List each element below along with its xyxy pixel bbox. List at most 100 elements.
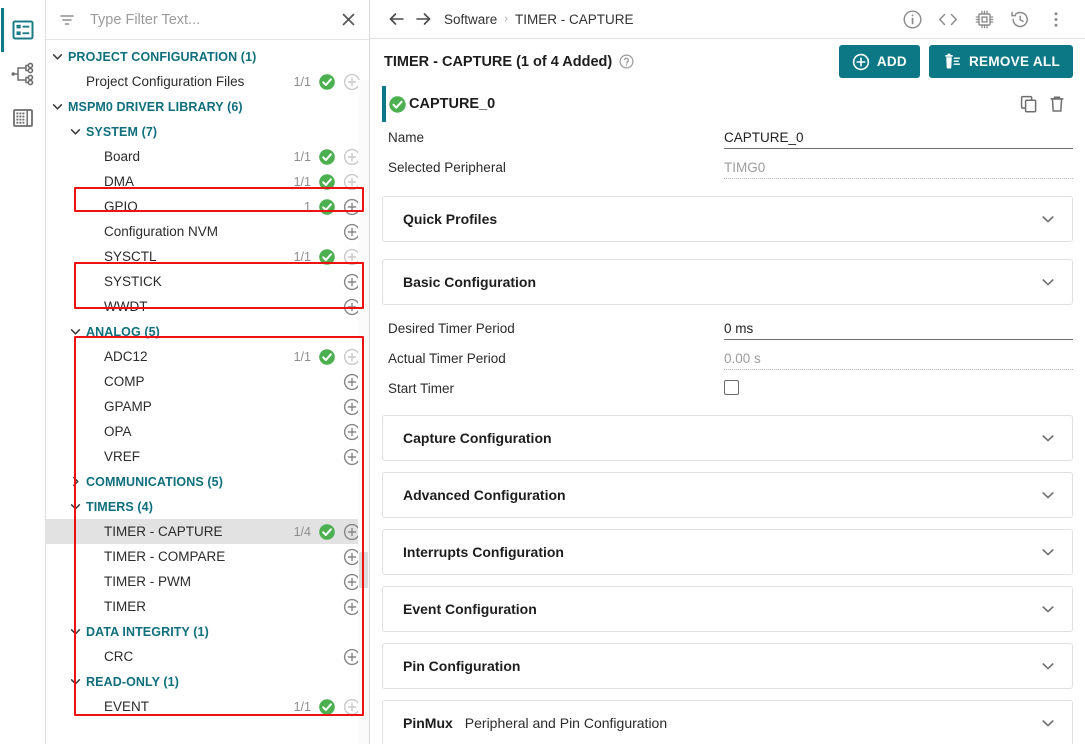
start-timer-field: [724, 376, 1073, 400]
chevron-down-icon: [1040, 430, 1056, 446]
section-event-configuration[interactable]: Event Configuration: [382, 586, 1073, 632]
tree-item-row[interactable]: WWDT: [46, 294, 369, 319]
tree-row-label: GPAMP: [104, 399, 289, 414]
chevron-right-icon[interactable]: [64, 475, 86, 488]
filter-input[interactable]: [88, 11, 331, 29]
name-input[interactable]: CAPTURE_0: [724, 125, 1073, 149]
tree-group-row[interactable]: COMMUNICATIONS (5): [46, 469, 369, 494]
section-capture-configuration[interactable]: Capture Configuration: [382, 415, 1073, 461]
section-pinmux[interactable]: PinMux Peripheral and Pin Configuration: [382, 700, 1073, 744]
add-button-label: ADD: [877, 54, 907, 69]
breadcrumb-item-current[interactable]: TIMER - CAPTURE: [515, 12, 634, 27]
help-icon[interactable]: [619, 54, 634, 69]
remove-all-button[interactable]: REMOVE ALL: [929, 45, 1073, 78]
copy-icon[interactable]: [1015, 90, 1043, 118]
tree-item-row[interactable]: Project Configuration Files1/1: [46, 69, 369, 94]
section-advanced-configuration[interactable]: Advanced Configuration: [382, 472, 1073, 518]
tree-row-label: OPA: [104, 424, 289, 439]
desired-timer-period-value: 0 ms: [724, 320, 753, 337]
arrow-right-icon[interactable]: [410, 6, 436, 32]
module-titlebar: TIMER - CAPTURE (1 of 4 Added) ADD: [370, 39, 1085, 84]
tree-row-label: SYSTEM (7): [86, 125, 361, 139]
instance-name: CAPTURE_0: [409, 96, 495, 112]
detail-panel: Software › TIMER - CAPTURE: [370, 0, 1085, 744]
tree-row-label: WWDT: [104, 299, 289, 314]
chevron-down-icon[interactable]: [64, 125, 86, 138]
tree-row-count: 1/1: [289, 700, 311, 714]
chevron-down-icon[interactable]: [64, 625, 86, 638]
section-capture-configuration-title: Capture Configuration: [403, 430, 552, 446]
rail-item-system-view[interactable]: [1, 52, 45, 96]
section-pin-configuration[interactable]: Pin Configuration: [382, 643, 1073, 689]
section-pinmux-title: PinMux: [403, 715, 453, 731]
add-button[interactable]: ADD: [839, 45, 920, 78]
chevron-down-icon[interactable]: [46, 50, 68, 63]
tree-group-row[interactable]: ANALOG (5): [46, 319, 369, 344]
tree-row-count: 1/4: [289, 525, 311, 539]
code-icon[interactable]: [933, 4, 963, 34]
info-icon[interactable]: [897, 4, 927, 34]
section-interrupts-configuration[interactable]: Interrupts Configuration: [382, 529, 1073, 575]
tree-row-label: Project Configuration Files: [86, 74, 289, 89]
check-circle-icon: [318, 73, 336, 91]
desired-timer-period-input[interactable]: 0 ms: [724, 316, 1073, 340]
close-icon[interactable]: [337, 9, 359, 31]
breadcrumb-item-software[interactable]: Software: [444, 12, 497, 27]
section-basic-configuration[interactable]: Basic Configuration: [382, 259, 1073, 305]
field-start-timer-label: Start Timer: [388, 381, 724, 396]
chevron-down-icon: [1040, 211, 1056, 227]
field-name-label: Name: [388, 130, 724, 145]
start-timer-checkbox[interactable]: [724, 380, 739, 395]
tree-row-label: COMP: [104, 374, 289, 389]
tree-group-row[interactable]: DATA INTEGRITY (1): [46, 619, 369, 644]
tree-item-row[interactable]: GPAMP: [46, 394, 369, 419]
tree-scrollbar[interactable]: [358, 80, 369, 744]
tree-group-row[interactable]: TIMERS (4): [46, 494, 369, 519]
chip-icon[interactable]: [969, 4, 999, 34]
tree-group-row[interactable]: PROJECT CONFIGURATION (1): [46, 44, 369, 69]
tree-group-row[interactable]: READ-ONLY (1): [46, 669, 369, 694]
filter-icon[interactable]: [58, 11, 76, 29]
tree-item-row[interactable]: GPIO1: [46, 194, 369, 219]
tree-item-row[interactable]: COMP: [46, 369, 369, 394]
section-quick-profiles[interactable]: Quick Profiles: [382, 196, 1073, 242]
tree-item-row[interactable]: OPA: [46, 419, 369, 444]
trash-icon[interactable]: [1043, 90, 1071, 118]
tree-item-row[interactable]: VREF: [46, 444, 369, 469]
module-tree[interactable]: PROJECT CONFIGURATION (1) Project Configu…: [46, 40, 369, 744]
tree-item-row[interactable]: CRC: [46, 644, 369, 669]
tree-item-row[interactable]: TIMER - PWM: [46, 569, 369, 594]
section-advanced-configuration-title: Advanced Configuration: [403, 487, 566, 503]
tree-item-row[interactable]: DMA1/1: [46, 169, 369, 194]
tree-item-row[interactable]: ADC121/1: [46, 344, 369, 369]
tree-item-row[interactable]: Configuration NVM: [46, 219, 369, 244]
chevron-down-icon[interactable]: [64, 500, 86, 513]
section-quick-profiles-title: Quick Profiles: [403, 211, 497, 227]
tree-group-row[interactable]: SYSTEM (7): [46, 119, 369, 144]
tree-item-row[interactable]: TIMER - COMPARE: [46, 544, 369, 569]
tree-item-row[interactable]: Board1/1: [46, 144, 369, 169]
tree-item-row[interactable]: SYSCTL1/1: [46, 244, 369, 269]
tree-scrollbar-thumb[interactable]: [359, 552, 368, 588]
section-pinmux-subtitle: Peripheral and Pin Configuration: [465, 715, 667, 731]
tree-group-row[interactable]: MSPM0 DRIVER LIBRARY (6): [46, 94, 369, 119]
rail-item-device-view[interactable]: [1, 96, 45, 140]
name-input-value: CAPTURE_0: [724, 129, 804, 146]
selected-peripheral-value[interactable]: TIMG0: [724, 155, 1073, 179]
tree-item-row[interactable]: TIMER: [46, 594, 369, 619]
tree-item-row[interactable]: EVENT1/1: [46, 694, 369, 719]
tree-item-row[interactable]: SYSTICK: [46, 269, 369, 294]
remove-all-button-label: REMOVE ALL: [969, 54, 1060, 69]
tree-row-label: PROJECT CONFIGURATION (1): [68, 50, 361, 64]
chevron-down-icon[interactable]: [64, 675, 86, 688]
check-circle-icon: [318, 523, 336, 541]
tree-row-label: TIMER - COMPARE: [104, 549, 289, 564]
arrow-left-icon[interactable]: [384, 6, 410, 32]
tree-item-row[interactable]: TIMER - CAPTURE1/4: [46, 519, 369, 544]
history-icon[interactable]: [1005, 4, 1035, 34]
more-vertical-icon[interactable]: [1041, 4, 1071, 34]
chevron-down-icon[interactable]: [46, 100, 68, 113]
field-actual-timer-period: Actual Timer Period 0.00 s: [382, 343, 1073, 373]
chevron-down-icon[interactable]: [64, 325, 86, 338]
rail-item-dashboard[interactable]: [1, 8, 45, 52]
